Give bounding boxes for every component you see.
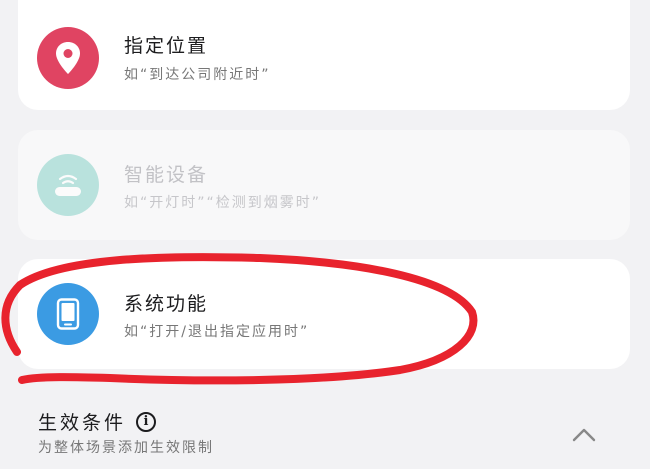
option-subtitle: 如“打开/退出指定应用时”: [124, 324, 310, 340]
option-title: 指定位置: [124, 35, 209, 57]
section-title: 生效条件: [38, 412, 127, 434]
option-title: 系统功能: [124, 293, 209, 315]
smart-device-icon: [37, 154, 99, 216]
option-title: 智能设备: [124, 164, 209, 186]
phone-icon: [37, 283, 99, 345]
option-subtitle: 如“开灯时”“检测到烟雾时”: [124, 195, 322, 211]
option-system-function[interactable]: 系统功能 如“打开/退出指定应用时”: [18, 259, 630, 369]
info-icon[interactable]: i: [136, 411, 157, 432]
chevron-up-icon[interactable]: [570, 425, 598, 445]
option-subtitle: 如“到达公司附近时”: [124, 67, 271, 83]
location-pin-icon: [37, 27, 99, 89]
option-location[interactable]: 指定位置 如“到达公司附近时”: [18, 0, 630, 110]
section-subtitle: 为整体场景添加生效限制: [38, 440, 214, 456]
effective-conditions-header: 生效条件 i: [38, 408, 157, 435]
option-smart-device[interactable]: 智能设备 如“开灯时”“检测到烟雾时”: [18, 130, 630, 240]
